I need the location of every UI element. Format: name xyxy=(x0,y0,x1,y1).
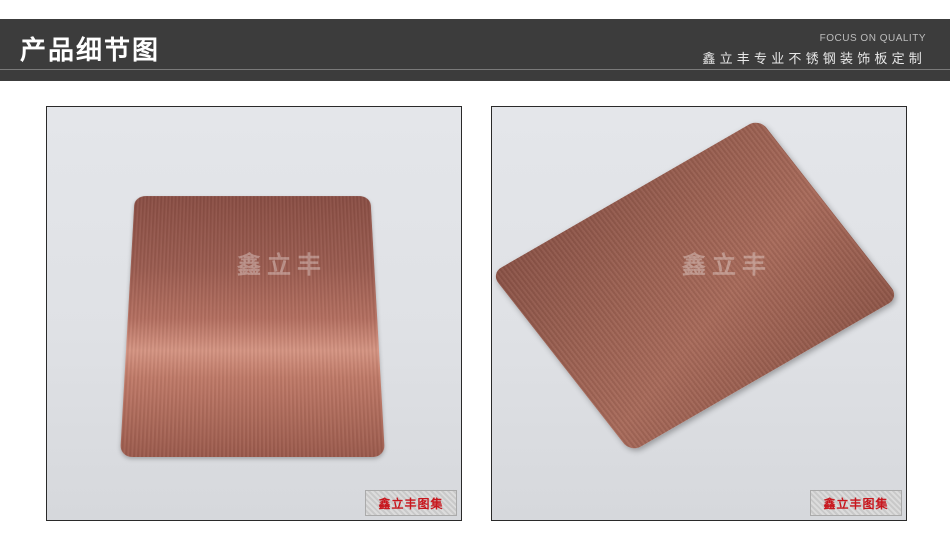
header-subtitle-cn: 鑫立丰专业不锈钢装饰板定制 xyxy=(702,52,926,67)
photo-watermark: 鑫立丰 xyxy=(237,250,327,279)
header-divider xyxy=(0,69,950,70)
header-bar: 产品细节图 FOCUS ON QUALITY 鑫立丰专业不锈钢装饰板定制 xyxy=(0,19,950,81)
product-photo-front: 鑫立丰 鑫立丰图集 xyxy=(46,106,462,521)
gallery-stamp-label: 鑫立丰图集 xyxy=(823,496,889,511)
gallery-stamp: 鑫立丰图集 xyxy=(810,490,902,516)
gallery-stamp: 鑫立丰图集 xyxy=(365,490,457,516)
product-photo-angled: 鑫立丰 鑫立丰图集 xyxy=(491,106,907,521)
gallery-stamp-label: 鑫立丰图集 xyxy=(378,496,444,511)
copper-plate-image xyxy=(492,118,900,453)
photo-watermark: 鑫立丰 xyxy=(682,250,772,279)
copper-plate-image xyxy=(120,196,385,457)
page-title: 产品细节图 xyxy=(20,36,161,66)
header-subtitle-en: FOCUS ON QUALITY xyxy=(819,33,926,44)
